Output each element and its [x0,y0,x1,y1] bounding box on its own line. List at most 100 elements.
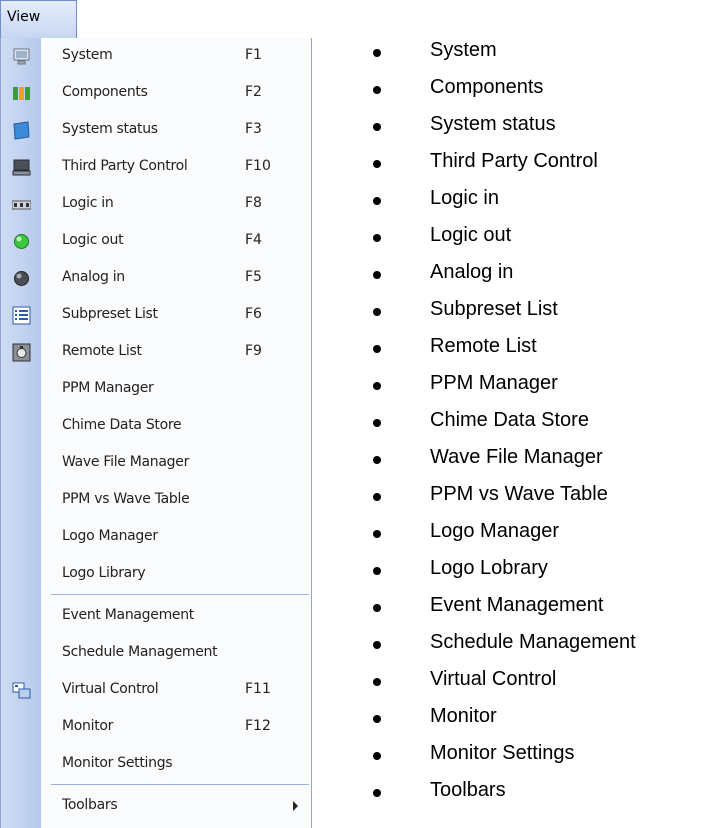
menu-item-label: Event Management [62,607,194,623]
bullet-dot-icon [373,789,381,797]
bullet-text: Virtual Control [430,668,557,690]
menu-item-label: Components [62,84,148,100]
bullet-dot-icon [373,715,381,723]
menu-item-label: Logo Library [62,565,146,581]
bullet-dot-icon [373,530,381,538]
menu-item-subpreset-list[interactable]: Subpreset List F6 [1,297,311,334]
menu-item-event-management[interactable]: Event Management [1,598,311,635]
bullet-item: System [362,36,707,73]
menu-item-monitor-settings[interactable]: Monitor Settings [1,746,311,783]
components-icon [13,87,30,100]
bullet-text: Logo Manager [430,520,559,542]
system-icon [13,48,30,65]
menu-item-wave-file-manager[interactable]: Wave File Manager [1,445,311,482]
bullet-dot-icon [373,493,381,501]
bullet-text: Chime Data Store [430,409,589,431]
menu-item-monitor[interactable]: Monitor F12 [1,709,311,746]
menu-item-system[interactable]: System F1 [1,38,311,75]
menu-item-label: Subpreset List [62,306,158,322]
shortcut-key: F3 [245,121,262,137]
bullet-text: Logo Lobrary [430,557,548,579]
bullet-dot-icon [373,752,381,760]
shortcut-key: F6 [245,306,262,322]
green-led-icon [14,234,29,249]
bullet-text: Components [430,76,544,98]
menu-item-logo-library[interactable]: Logo Library [1,556,311,593]
shortcut-key: F9 [245,343,262,359]
menu-item-chime-data-store[interactable]: Chime Data Store [1,408,311,445]
bullet-dot-icon [373,197,381,205]
bullet-dot-icon [373,345,381,353]
bullet-item: Chime Data Store [362,406,707,443]
bullet-item: Logo Lobrary [362,554,707,591]
bullet-dot-icon [373,641,381,649]
remote-icon [12,343,31,362]
menu-item-label: Monitor Settings [62,755,173,771]
menu-item-label: System status [62,121,158,137]
shortcut-key: F12 [245,718,271,734]
menu-item-label: PPM Manager [62,380,154,396]
view-menu-tab[interactable]: View [0,0,77,38]
bullet-dot-icon [373,604,381,612]
bullet-dot-icon [373,123,381,131]
menu-item-ppm-vs-wave-table[interactable]: PPM vs Wave Table [1,482,311,519]
bullet-text: Schedule Management [430,631,636,653]
list-icon [12,306,31,325]
bullet-item: Components [362,73,707,110]
gray-led-icon [14,271,29,286]
menu-item-virtual-control[interactable]: Virtual Control F11 [1,672,311,709]
menu-item-schedule-management[interactable]: Schedule Management [1,635,311,672]
menu-item-analog-in[interactable]: Analog in F5 [1,260,311,297]
menu-item-third-party-control[interactable]: Third Party Control F10 [1,149,311,186]
bullet-item: Event Management [362,591,707,628]
menu-item-logic-out[interactable]: Logic out F4 [1,223,311,260]
menu-item-logo-manager[interactable]: Logo Manager [1,519,311,556]
bullet-text: Logic in [430,187,499,209]
menu-item-label: PPM vs Wave Table [62,491,190,507]
menu-item-label: Virtual Control [62,681,159,697]
menu-item-ppm-manager[interactable]: PPM Manager [1,371,311,408]
monitor-icon [12,159,31,176]
menu-item-label: Toolbars [62,797,118,813]
bullet-item: Monitor [362,702,707,739]
menu-item-toolbars[interactable]: Toolbars [1,788,311,825]
shortcut-key: F10 [245,158,271,174]
bullet-text: Third Party Control [430,150,598,172]
menu-item-label: Wave File Manager [62,454,190,470]
menu-item-label: Logic out [62,232,124,248]
bullet-dot-icon [373,567,381,575]
shortcut-key: F5 [245,269,262,285]
bullet-item: PPM Manager [362,369,707,406]
bullet-text: System status [430,113,556,135]
menu-separator [51,594,309,595]
bullet-text: Monitor [430,705,497,727]
bullet-text: Analog in [430,261,514,283]
menu-item-label: Logo Manager [62,528,158,544]
bullet-item: Analog in [362,258,707,295]
shortcut-key: F4 [245,232,262,248]
bullet-text: Toolbars [430,779,506,801]
bullet-item: Logic out [362,221,707,258]
bullet-dot-icon [373,382,381,390]
bullet-item: Logic in [362,184,707,221]
bullet-text: System [430,39,497,61]
logic-in-icon [12,200,31,210]
bullet-item: PPM vs Wave Table [362,480,707,517]
menu-item-label: Monitor [62,718,114,734]
shortcut-key: F11 [245,681,271,697]
bullet-dot-icon [373,678,381,686]
submenu-arrow-icon [293,801,298,811]
bullet-item: Logo Manager [362,517,707,554]
bullet-dot-icon [373,308,381,316]
system-status-icon [13,121,30,140]
menu-item-components[interactable]: Components F2 [1,75,311,112]
menu-item-logic-in[interactable]: Logic in F8 [1,186,311,223]
menu-item-system-status[interactable]: System status F3 [1,112,311,149]
bullet-item: Toolbars [362,776,707,813]
bullet-dot-icon [373,86,381,94]
menu-item-label: Chime Data Store [62,417,182,433]
bullet-dot-icon [373,456,381,464]
menu-item-remote-list[interactable]: Remote List F9 [1,334,311,371]
bullet-item: Monitor Settings [362,739,707,776]
bullet-item: Subpreset List [362,295,707,332]
